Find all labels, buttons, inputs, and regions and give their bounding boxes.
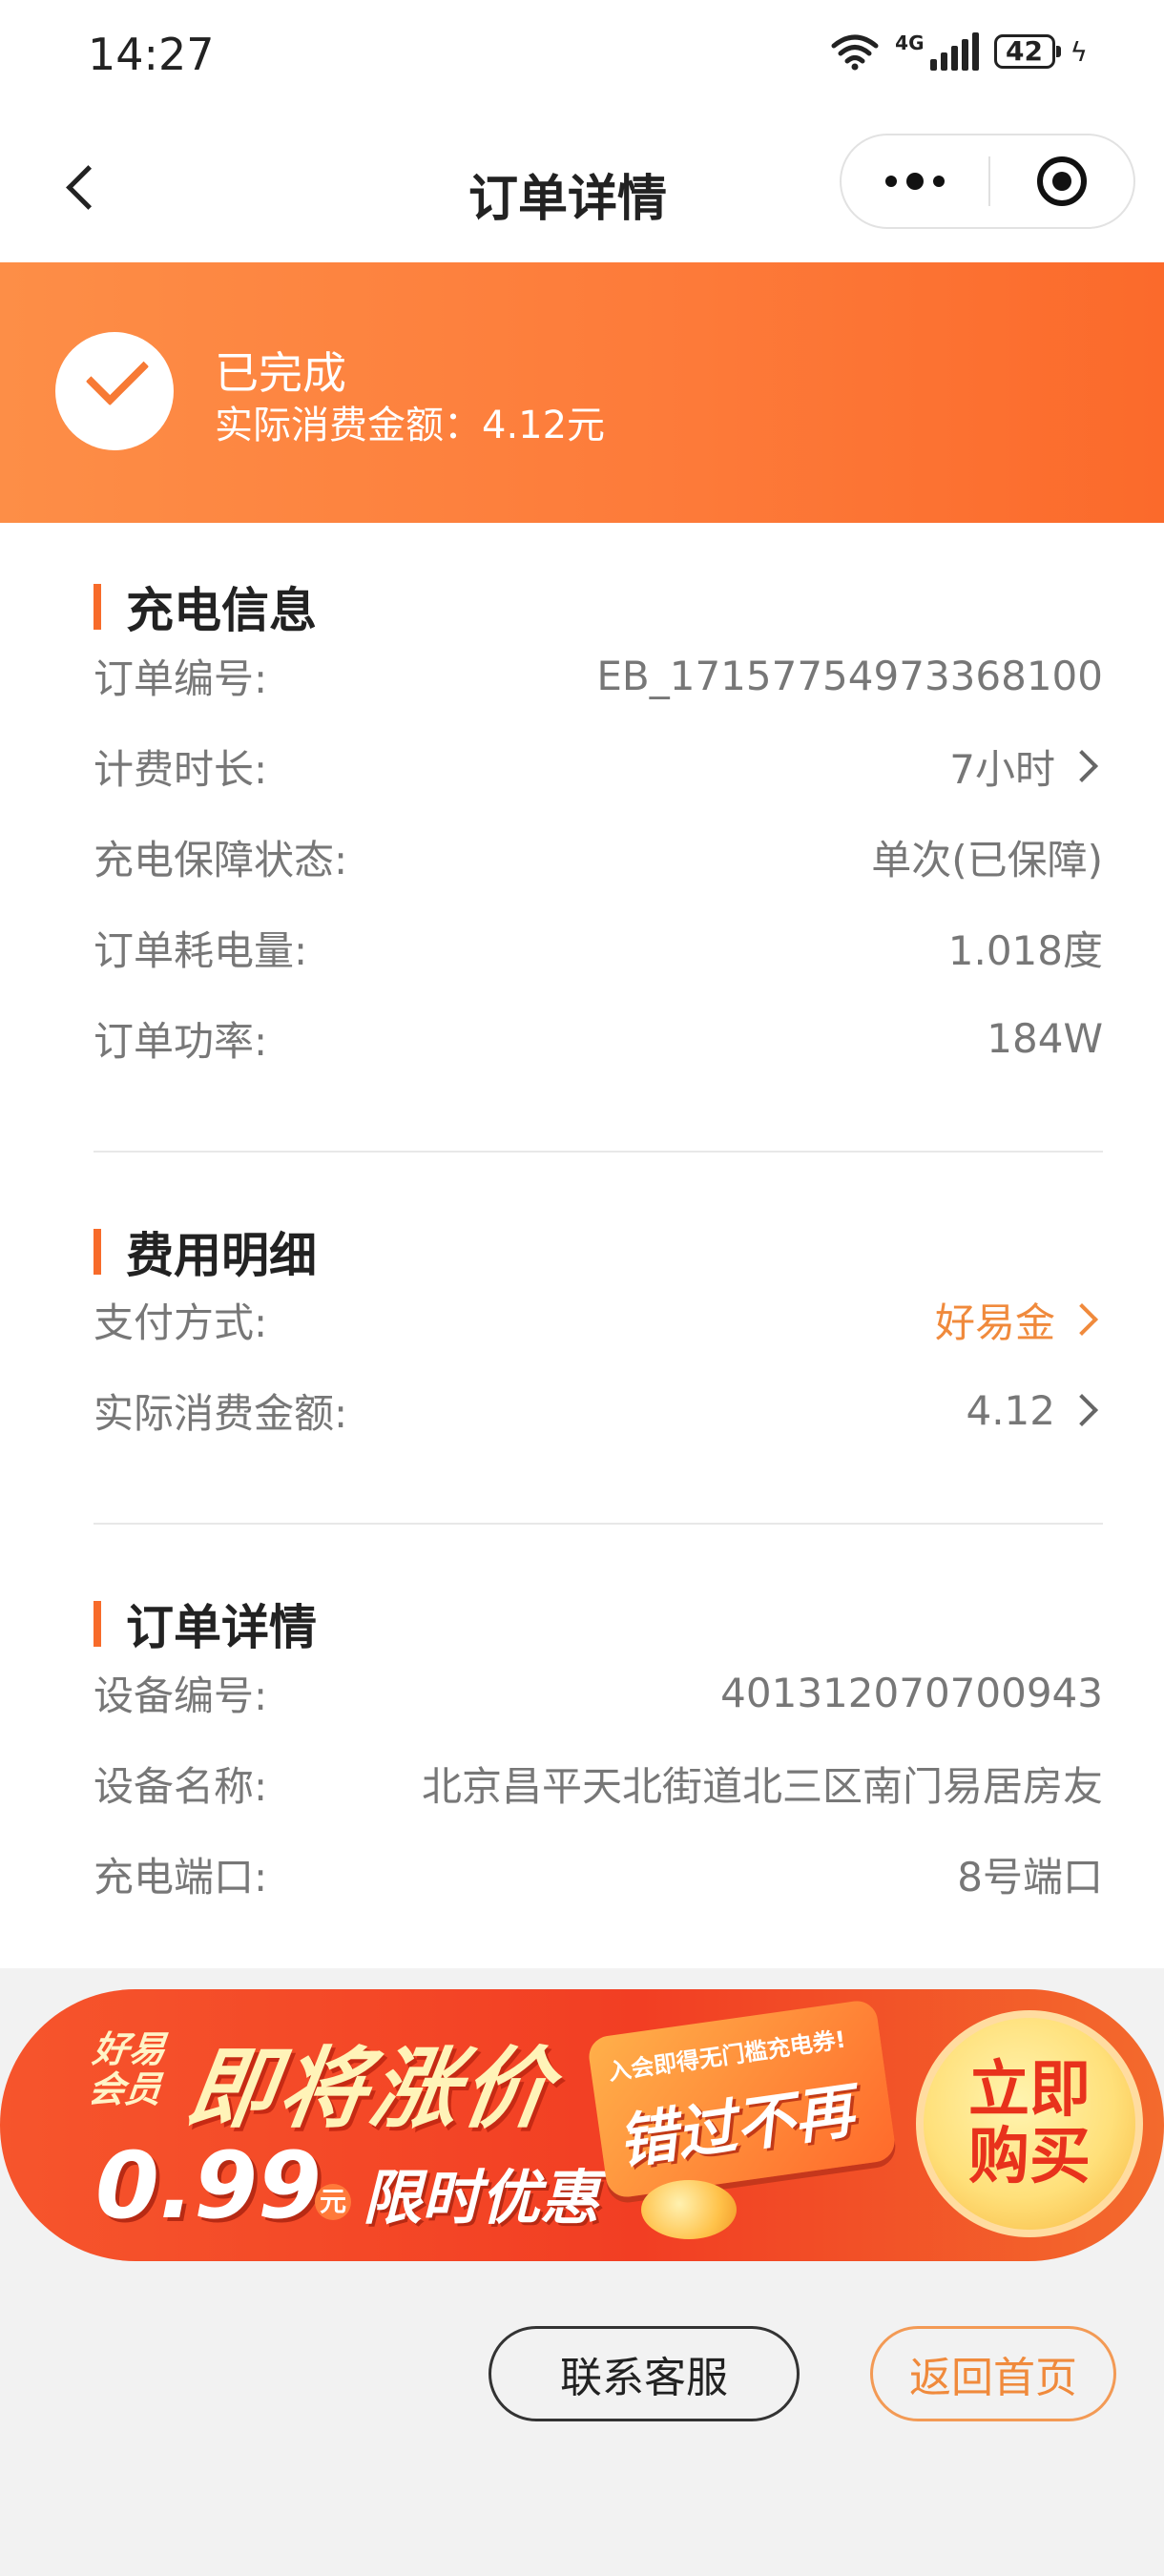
section-divider	[94, 1151, 1103, 1153]
order-status-banner: 已完成 实际消费金额：4.12元	[0, 262, 1164, 523]
row-label: 订单编号:	[94, 654, 268, 702]
order-number-value: EB_17157754973368100	[596, 652, 1103, 699]
row-label: 订单耗电量:	[94, 926, 308, 974]
actual-amount-value: 4.12	[966, 1386, 1055, 1434]
order-details-header: 订单详情	[94, 1589, 317, 1658]
return-home-button[interactable]: 返回首页	[870, 2326, 1116, 2421]
promo-limited-offer: 限时优惠	[363, 2163, 600, 2233]
row-label: 设备编号:	[94, 1672, 268, 1719]
order-power-row: 订单功率: 184W	[94, 1009, 1103, 1067]
chevron-right-icon	[1066, 1303, 1098, 1336]
row-label: 实际消费金额:	[94, 1389, 348, 1437]
row-label: 订单功率:	[94, 1017, 268, 1065]
more-button[interactable]	[842, 135, 988, 227]
charging-port-value: 8号端口	[957, 1853, 1103, 1901]
device-number-row: 设备编号: 401312070700943	[94, 1664, 1103, 1721]
coin-icon	[641, 2180, 737, 2239]
promo-price-unit: 元	[315, 2184, 351, 2220]
chevron-right-icon	[1066, 1394, 1098, 1426]
section-title: 充电信息	[126, 583, 317, 638]
charging-info-header: 充电信息	[94, 572, 317, 641]
charging-icon: ϟ	[1070, 35, 1088, 68]
energy-consumption-value: 1.018度	[947, 926, 1103, 974]
section-accent-bar	[94, 584, 101, 630]
buy-now-label: 立即购买	[968, 2055, 1091, 2192]
charging-port-row: 充电端口: 8号端口	[94, 1845, 1103, 1902]
section-divider	[94, 1523, 1103, 1525]
charging-protection-row: 充电保障状态: 单次(已保障)	[94, 828, 1103, 885]
actual-amount-row[interactable]: 实际消费金额: 4.12	[94, 1381, 1103, 1439]
order-number-row: 订单编号: EB_17157754973368100	[94, 647, 1103, 704]
row-label: 充电端口:	[94, 1853, 268, 1901]
status-bar: 14:27 4G 42 ϟ	[0, 0, 1164, 114]
row-label: 支付方式:	[94, 1298, 268, 1346]
nav-bar: 订单详情	[0, 114, 1164, 262]
chevron-right-icon	[1066, 750, 1098, 782]
payment-method-value: 好易金	[934, 1298, 1055, 1346]
status-time: 14:27	[88, 29, 215, 80]
section-title: 费用明细	[126, 1228, 317, 1283]
promo-coupon-tag: 入会即得无门槛充电券! 错过不再	[586, 1998, 898, 2200]
order-details-card: 充电信息 订单编号: EB_17157754973368100 计费时长: 7小…	[0, 523, 1164, 1968]
check-icon	[55, 332, 174, 450]
mini-program-capsule	[840, 134, 1135, 229]
battery-icon: 42	[993, 34, 1061, 69]
device-number-value: 401312070700943	[720, 1669, 1103, 1716]
more-dots-icon	[885, 176, 897, 187]
device-name-row: 设备名称: 北京昌平天北街道北三区南门易居房友	[94, 1755, 1103, 1812]
row-label: 计费时长:	[94, 745, 268, 793]
section-title: 订单详情	[126, 1600, 317, 1655]
charging-protection-value: 单次(已保障)	[871, 836, 1103, 883]
order-status-text: 已完成	[215, 347, 346, 399]
payment-method-row[interactable]: 支付方式: 好易金	[94, 1291, 1103, 1348]
wifi-icon	[831, 34, 879, 71]
membership-promo-banner[interactable]: 好易 会员 即将涨价 0.99 元 限时优惠 入会即得无门槛充电券! 错过不再 …	[0, 1989, 1164, 2261]
promo-headline: 即将涨价	[180, 2038, 562, 2140]
promo-price: 0.99	[95, 2132, 322, 2239]
contact-service-button[interactable]: 联系客服	[488, 2326, 800, 2421]
signal-icon	[929, 32, 979, 71]
status-icons: 4G 42 ϟ	[830, 31, 1088, 71]
row-label: 设备名称:	[94, 1762, 268, 1810]
section-accent-bar	[94, 1601, 101, 1647]
buy-now-button[interactable]: 立即购买	[916, 2010, 1143, 2237]
row-label: 充电保障状态:	[94, 836, 348, 883]
promo-member-badge: 好易 会员	[86, 2028, 168, 2110]
billing-duration-row[interactable]: 计费时长: 7小时	[94, 737, 1103, 795]
close-mini-program-button[interactable]	[990, 135, 1133, 227]
energy-consumption-row: 订单耗电量: 1.018度	[94, 919, 1103, 976]
device-name-value: 北京昌平天北街道北三区南门易居房友	[421, 1762, 1103, 1810]
order-power-value: 184W	[987, 1014, 1103, 1062]
actual-amount-text: 实际消费金额：4.12元	[215, 404, 606, 447]
billing-duration-value: 7小时	[949, 745, 1055, 793]
network-type: 4G	[895, 31, 925, 54]
section-accent-bar	[94, 1229, 101, 1275]
fee-details-header: 费用明细	[94, 1217, 317, 1286]
